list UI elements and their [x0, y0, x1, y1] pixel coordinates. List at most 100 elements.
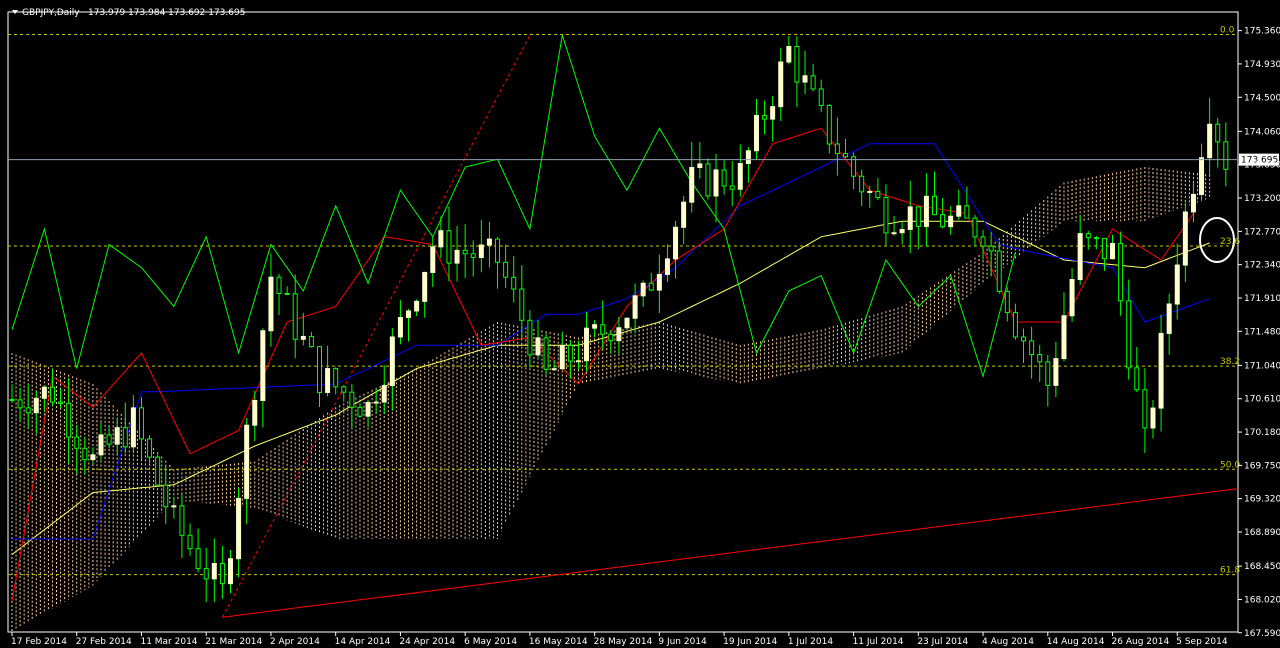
candle-body [964, 205, 970, 219]
candle-body [575, 360, 581, 363]
candle-body [988, 245, 994, 252]
candle-body [867, 190, 873, 193]
candle-body [1158, 332, 1164, 409]
candle-body [745, 150, 751, 165]
candle-body [171, 505, 177, 508]
candle-body [422, 271, 428, 302]
candle-body [138, 407, 144, 440]
candle-body [219, 562, 225, 585]
candle-body [592, 324, 598, 329]
candle-body [446, 230, 452, 264]
candles [9, 36, 1229, 603]
candle-body [122, 427, 128, 448]
x-tick-label: 11 Jul 2014 [853, 637, 904, 647]
candle-body [1118, 243, 1124, 302]
candle-body [600, 324, 606, 335]
candle-body [794, 45, 800, 83]
candle-body [1126, 300, 1132, 369]
candle-body [9, 399, 15, 401]
x-tick-label: 28 May 2014 [594, 637, 653, 647]
x-tick-label: 1 Jul 2014 [788, 637, 833, 647]
fib-level-label: 38.2 [1220, 357, 1240, 367]
candle-body [260, 330, 266, 402]
current-price-line: 173.695 [8, 153, 1279, 166]
candle-body [648, 282, 654, 291]
candle-body [915, 206, 921, 227]
candle-body [689, 167, 695, 203]
y-tick-label: 168.020 [1244, 595, 1280, 605]
candle-body [454, 249, 460, 264]
candle-body [818, 88, 824, 106]
x-tick-label: 23 Jul 2014 [917, 637, 968, 647]
candle-body [155, 456, 161, 486]
candle-body [1142, 389, 1148, 429]
candle-body [187, 534, 193, 550]
candle-body [1037, 354, 1043, 363]
candle-body [373, 401, 379, 404]
candle-body [859, 175, 865, 193]
candle-body [640, 282, 646, 297]
candle-body [673, 226, 679, 260]
candle-body [470, 253, 476, 258]
candle-body [1150, 407, 1156, 429]
x-tick-label: 27 Feb 2014 [76, 637, 132, 647]
fib-level-label: 0.0 [1220, 25, 1235, 35]
candle-body [948, 215, 954, 228]
candle-body [349, 391, 355, 408]
candle-body [1045, 361, 1051, 386]
candle-body [842, 153, 848, 158]
y-tick-label: 172.340 [1244, 261, 1280, 271]
candle-body [1061, 315, 1067, 360]
candle-body [41, 386, 47, 399]
candle-body [980, 236, 986, 247]
candle-body [1134, 367, 1140, 391]
candle-body [82, 447, 88, 461]
x-tick-label: 11 Mar 2014 [140, 637, 197, 647]
support-trendline[interactable] [222, 488, 1239, 618]
candle-body [227, 558, 233, 585]
y-tick-label: 172.770 [1244, 227, 1280, 237]
indicator-lines [11, 35, 1210, 602]
candle-body [802, 75, 808, 83]
candle-body [932, 195, 937, 216]
candle-body [883, 197, 889, 234]
candle-body [130, 407, 136, 448]
x-tick-label: 17 Feb 2014 [11, 637, 67, 647]
candle-body [49, 386, 55, 403]
candle-body [325, 368, 331, 393]
candle-body [567, 345, 573, 362]
x-tick-label: 21 Mar 2014 [205, 637, 262, 647]
x-tick-label: 5 Sep 2014 [1176, 637, 1228, 647]
time-axis: 17 Feb 2014 27 Feb 2014 11 Mar 2014 21 Mar … [11, 632, 1228, 647]
x-tick-label: 6 May 2014 [464, 637, 517, 647]
x-tick-label: 19 Jun 2014 [723, 637, 777, 647]
candle-body [179, 505, 185, 536]
candle-body [414, 300, 420, 312]
candle-body [462, 249, 468, 255]
candle-body [430, 246, 436, 273]
candle-body [770, 106, 776, 120]
candle-body [1215, 123, 1221, 143]
candle-body [195, 548, 201, 570]
price-chart[interactable]: 0.0 23.6 38.2 50.0 61.8 173.695 175.360 174.9… [0, 0, 1280, 648]
fib-level-label: 50.0 [1220, 460, 1240, 470]
candle-body [891, 232, 897, 235]
ichimoku-cloud [11, 167, 1211, 632]
x-tick-label: 14 Apr 2014 [335, 637, 391, 647]
candle-body [317, 346, 322, 393]
candle-body [535, 337, 541, 356]
y-tick-label: 167.590 [1244, 629, 1280, 639]
candle-body [308, 335, 314, 348]
candle-body [438, 230, 444, 248]
candle-body [624, 317, 630, 329]
candle-body [1012, 312, 1018, 338]
candle-body [705, 163, 711, 197]
x-tick-label: 24 Apr 2014 [399, 637, 455, 647]
candle-body [1166, 303, 1172, 334]
candle-body [584, 327, 590, 362]
candle-body [300, 335, 306, 340]
candle-body [664, 258, 670, 275]
candle-body [519, 288, 525, 321]
candle-body [33, 397, 39, 414]
x-tick-label: 9 Jun 2014 [658, 637, 707, 647]
